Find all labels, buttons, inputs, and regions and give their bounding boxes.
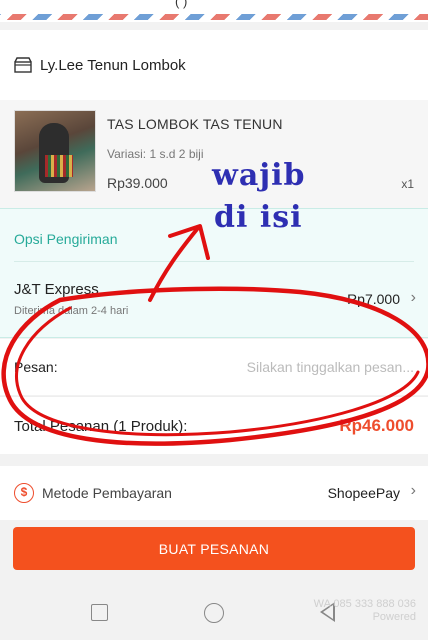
header-text: ( ) <box>175 0 188 9</box>
thumbnail-bag <box>45 155 73 177</box>
shop-icon <box>14 57 32 73</box>
shipping-section-title: Opsi Pengiriman <box>14 231 118 247</box>
order-total-row: Total Pesanan (1 Produk): Rp46.000 <box>0 396 428 454</box>
message-label: Pesan: <box>14 359 58 375</box>
payment-method-row[interactable]: $ Metode Pembayaran ShopeePay › <box>0 466 428 520</box>
product-title: TAS LOMBOK TAS TENUN <box>107 116 283 132</box>
product-thumbnail <box>14 110 96 192</box>
shop-name: Ly.Lee Tenun Lombok <box>40 56 186 74</box>
total-value: Rp46.000 <box>339 416 414 435</box>
payment-value: ShopeePay <box>327 485 400 501</box>
chevron-right-icon: › <box>410 482 416 499</box>
airmail-header: ( ) <box>0 0 428 22</box>
watermark: WA 085 333 888 036 Powered <box>314 598 416 624</box>
payment-label: Metode Pembayaran <box>42 485 172 501</box>
annotation-text-diisi: di isi <box>214 200 303 235</box>
total-label: Total Pesanan (1 Produk): <box>14 418 188 435</box>
delivery-estimate: Diterima dalam 2-4 hari <box>14 305 129 317</box>
courier-name: J&T Express <box>14 281 99 298</box>
shipping-price: Rp7.000 <box>347 291 400 307</box>
android-nav-bar: WA 085 333 888 036 Powered <box>0 586 428 640</box>
home-icon[interactable] <box>204 603 224 623</box>
shop-row[interactable]: Ly.Lee Tenun Lombok <box>0 30 428 100</box>
message-input[interactable] <box>190 352 414 382</box>
watermark-line2: Powered <box>372 611 416 623</box>
annotation-text-wajib: wajib <box>212 158 306 193</box>
chevron-right-icon: › <box>410 289 416 306</box>
watermark-line1: WA 085 333 888 036 <box>313 598 416 610</box>
message-row: Pesan: <box>0 339 428 395</box>
product-price: Rp39.000 <box>107 175 168 191</box>
dollar-circle-icon: $ <box>14 483 34 503</box>
shipping-divider <box>14 261 414 262</box>
place-order-button[interactable]: BUAT PESANAN <box>13 527 415 570</box>
product-quantity: x1 <box>401 177 414 191</box>
product-variant: Variasi: 1 s.d 2 biji <box>107 147 204 161</box>
recent-apps-icon[interactable] <box>91 604 108 621</box>
airmail-stripe <box>0 14 428 20</box>
